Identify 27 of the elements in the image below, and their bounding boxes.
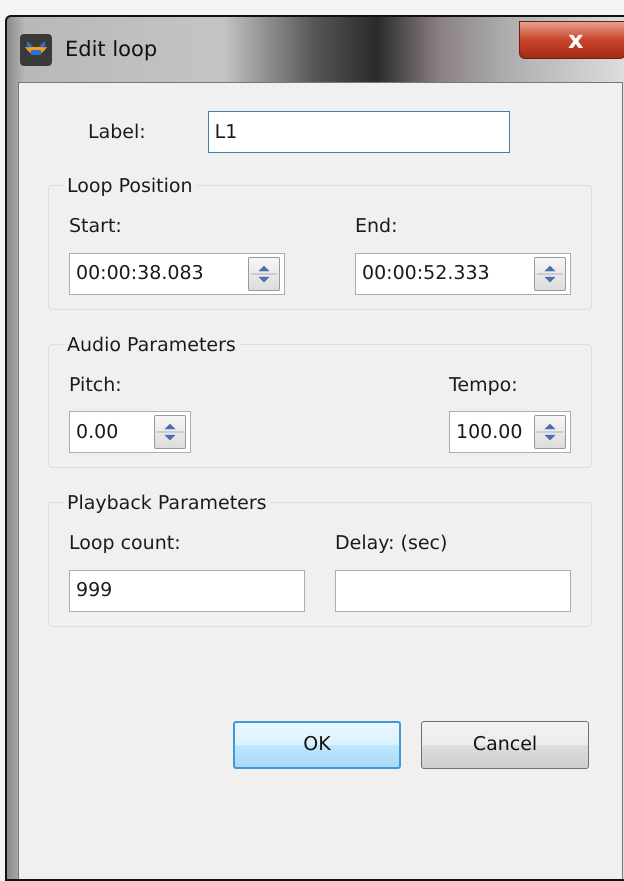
field-label: Tempo: — [449, 372, 519, 398]
field-label: Pitch: — [69, 372, 123, 398]
field-label: Delay: (sec) — [335, 531, 448, 556]
spin-arrows-icon[interactable] — [248, 256, 280, 290]
app-icon — [19, 32, 53, 66]
spin-box[interactable]: 00:00:52.333 — [355, 252, 571, 294]
label-input-field[interactable]: L1 — [208, 111, 510, 153]
spin-arrows-icon[interactable] — [154, 415, 186, 449]
cancel-button[interactable]: Cancel — [421, 720, 589, 768]
spin-value: 0.00 — [76, 420, 118, 445]
spin-box[interactable]: 100.00 — [449, 411, 571, 453]
field-label: Loop count: — [69, 531, 182, 556]
spin-arrows-icon[interactable] — [534, 256, 566, 290]
input-field[interactable]: 999 — [69, 570, 305, 612]
spin-value: 00:00:38.083 — [76, 261, 204, 286]
spin-arrows-icon[interactable] — [534, 415, 566, 449]
spin-value: 100.00 — [456, 420, 522, 445]
spin-box[interactable]: 00:00:38.083 — [69, 252, 285, 294]
window-title: Edit loop — [65, 36, 158, 63]
field-label: Label: — [88, 120, 146, 145]
spin-value: 00:00:52.333 — [362, 261, 490, 286]
close-button[interactable]: x — [519, 21, 624, 59]
field-label: Start: — [69, 214, 123, 239]
field-label: End: — [355, 214, 399, 239]
spin-box[interactable]: 0.00 — [69, 411, 191, 453]
input-field[interactable] — [335, 570, 571, 612]
ok-button[interactable]: OK — [233, 720, 401, 768]
